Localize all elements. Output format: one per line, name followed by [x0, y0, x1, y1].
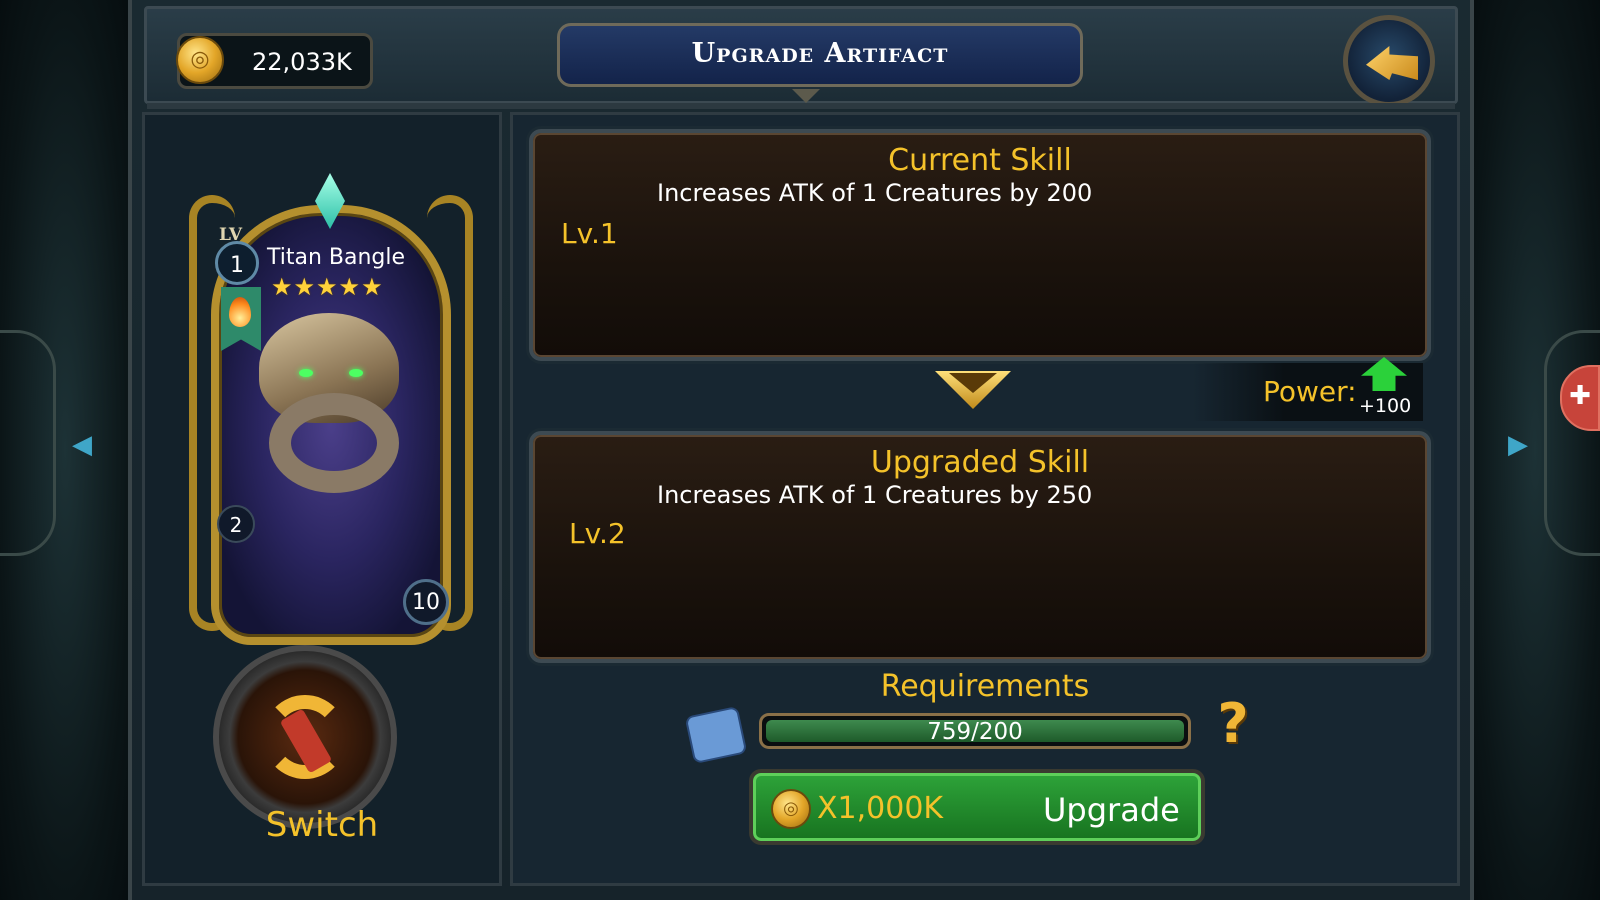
upgrade-artifact-window: ◎ 22,033K Upgrade Artifact LV 1 Titan Ba…	[128, 0, 1474, 900]
help-icon[interactable]: ?	[1207, 695, 1259, 757]
left-background-panel: ◀	[0, 0, 132, 900]
gold-coin-icon: ◎	[176, 36, 224, 84]
upgrade-label: Upgrade	[1043, 791, 1180, 829]
right-nav-arrow-icon[interactable]: ▶	[1508, 430, 1528, 460]
page-title: Upgrade Artifact	[691, 38, 949, 69]
title-pointer-decoration	[792, 89, 820, 103]
current-skill-level: Lv.1	[561, 217, 618, 250]
right-background-panel: ▶	[1468, 0, 1600, 900]
upgraded-skill-box: Upgraded Skill Increases ATK of 1 Creatu…	[529, 431, 1431, 663]
artifact-count-badge: 10	[403, 579, 449, 625]
upgraded-skill-level: Lv.2	[569, 517, 626, 550]
fire-icon	[229, 297, 251, 327]
ornament-decoration	[0, 330, 56, 556]
puzzle-piece-icon	[684, 705, 748, 765]
current-skill-title: Current Skill	[888, 143, 1072, 178]
back-button[interactable]	[1343, 15, 1435, 107]
skill-panel: Current Skill Increases ATK of 1 Creatur…	[510, 112, 1460, 886]
titan-bangle-image	[249, 303, 409, 503]
ornament-decoration	[1544, 330, 1600, 556]
power-label: Power:	[1263, 375, 1357, 408]
current-skill-box: Current Skill Increases ATK of 1 Creatur…	[529, 129, 1431, 361]
left-nav-arrow-icon[interactable]: ◀	[72, 430, 92, 460]
current-skill-description: Increases ATK of 1 Creatures by 200	[657, 179, 1093, 207]
upgrade-cost: X1,000K	[817, 791, 944, 826]
switch-button[interactable]	[213, 645, 397, 829]
hourglass-count: 2	[217, 505, 255, 543]
switch-label[interactable]: Switch	[145, 805, 499, 845]
upgraded-skill-title: Upgraded Skill	[870, 445, 1090, 480]
artifact-level: 1	[215, 241, 259, 285]
back-arrow-icon	[1366, 46, 1418, 80]
upgraded-skill-description: Increases ATK of 1 Creatures by 250	[657, 481, 1093, 509]
gold-counter: ◎ 22,033K	[176, 33, 373, 89]
artifact-name: Titan Bangle	[267, 245, 406, 270]
artifact-eye	[299, 369, 313, 377]
requirements-title: Requirements	[880, 669, 1090, 704]
divider	[147, 103, 1455, 109]
top-bar: ◎ 22,033K Upgrade Artifact	[144, 6, 1458, 109]
upgrade-button[interactable]: ◎ X1,000K Upgrade	[749, 769, 1205, 845]
gold-coin-icon: ◎	[771, 789, 811, 829]
progress-text: 759/200	[927, 719, 1023, 745]
requirements-progress-bar: 759/200	[759, 713, 1191, 749]
artifact-panel: LV 1 Titan Bangle ★★★★★ 2 10 Switch	[142, 112, 502, 886]
artifact-card[interactable]: LV 1 Titan Bangle ★★★★★ 2 10	[189, 155, 473, 655]
star-rating: ★★★★★	[271, 273, 384, 301]
artifact-ring-shape	[269, 393, 399, 493]
artifact-eye	[349, 369, 363, 377]
power-value: +100	[1359, 395, 1412, 417]
gold-amount: 22,033K	[252, 48, 352, 76]
title-plate: Upgrade Artifact	[557, 23, 1083, 87]
